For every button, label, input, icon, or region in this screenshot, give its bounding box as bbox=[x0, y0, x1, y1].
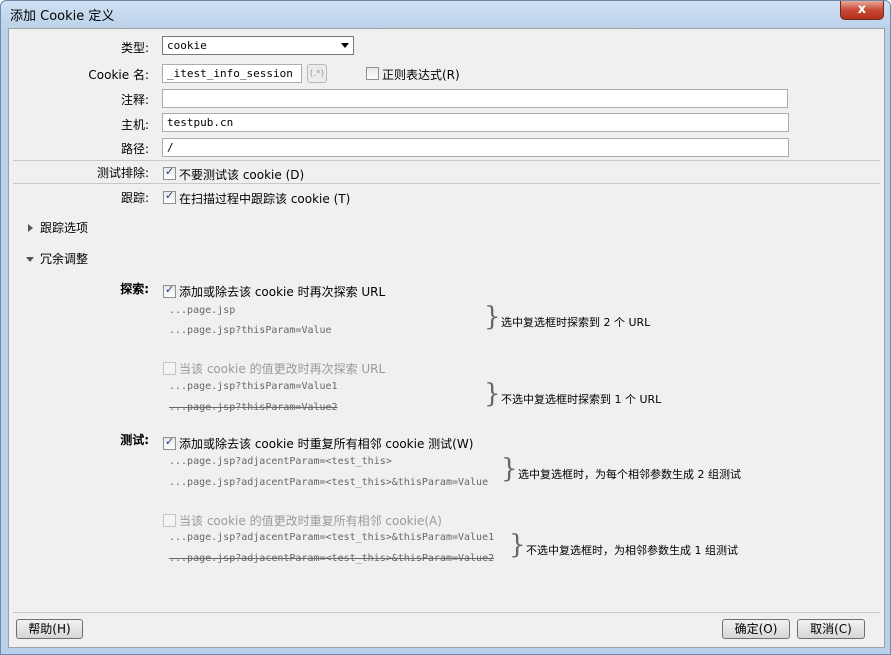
example-url: ...page.jsp?adjacentParam=<test_this> bbox=[169, 456, 392, 467]
cookie-name-label: Cookie 名: bbox=[88, 68, 149, 82]
test-label: 测试: bbox=[120, 433, 149, 447]
example-url: ...page.jsp?thisParam=Value bbox=[169, 325, 332, 336]
explore-checkbox-1[interactable] bbox=[163, 283, 176, 298]
test-note-2: 不选中复选框时，为相邻参数生成 1 组测试 bbox=[526, 544, 738, 557]
help-button[interactable]: 帮助(H) bbox=[16, 619, 83, 639]
example-url: ...page.jsp bbox=[169, 305, 236, 316]
section-redundancy[interactable]: 冗余调整 bbox=[40, 250, 88, 267]
type-select-value: cookie bbox=[167, 39, 207, 52]
divider bbox=[13, 183, 880, 184]
chevron-down-icon bbox=[341, 43, 349, 48]
close-button[interactable]: x bbox=[840, 1, 884, 20]
test-checkbox-1-label: 添加或除去该 cookie 时重复所有相邻 cookie 测试(W) bbox=[179, 437, 474, 451]
regex-button[interactable]: (.*) bbox=[307, 64, 327, 83]
host-input[interactable]: testpub.cn bbox=[162, 113, 789, 132]
collapse-down-icon[interactable] bbox=[26, 257, 34, 262]
track-checkbox-label: 在扫描过程中跟踪该 cookie (T) bbox=[179, 192, 351, 206]
dialog-window: 添加 Cookie 定义 x 类型: cookie Cookie 名: _ite… bbox=[0, 0, 891, 655]
track-checkbox[interactable] bbox=[163, 189, 176, 204]
regex-checkbox-label: 正则表达式(R) bbox=[382, 68, 460, 82]
window-title: 添加 Cookie 定义 bbox=[10, 9, 115, 24]
comment-input[interactable] bbox=[162, 89, 788, 108]
example-url-struck: ...page.jsp?adjacentParam=<test_this>&th… bbox=[169, 553, 495, 564]
title-bar: 添加 Cookie 定义 x bbox=[1, 1, 890, 27]
ok-button[interactable]: 确定(O) bbox=[722, 619, 790, 639]
expand-right-icon[interactable] bbox=[28, 224, 33, 232]
example-url: ...page.jsp?adjacentParam=<test_this>&th… bbox=[169, 477, 489, 488]
cookie-name-input[interactable]: _itest_info_session bbox=[162, 64, 302, 83]
explore-note-1: 选中复选框时探索到 2 个 URL bbox=[501, 316, 651, 329]
brace-icon: } bbox=[484, 379, 501, 409]
explore-label: 探索: bbox=[120, 282, 149, 296]
explore-checkbox-2[interactable] bbox=[163, 362, 176, 375]
test-checkbox-2[interactable] bbox=[163, 514, 176, 527]
host-label: 主机: bbox=[120, 118, 149, 132]
divider bbox=[13, 160, 880, 161]
track-label: 跟踪: bbox=[120, 191, 149, 205]
comment-label: 注释: bbox=[120, 93, 149, 107]
explore-checkbox-1-label: 添加或除去该 cookie 时再次探索 URL bbox=[179, 285, 386, 299]
section-tracking-options[interactable]: 跟踪选项 bbox=[40, 219, 88, 236]
test-checkbox-1[interactable] bbox=[163, 435, 176, 450]
type-label: 类型: bbox=[120, 41, 149, 55]
example-url-struck: ...page.jsp?thisParam=Value2 bbox=[169, 402, 338, 413]
path-input[interactable]: / bbox=[162, 138, 789, 157]
test-note-1: 选中复选框时，为每个相邻参数生成 2 组测试 bbox=[518, 468, 741, 481]
brace-icon: } bbox=[501, 454, 518, 484]
dialog-body: 类型: cookie Cookie 名: _itest_info_session… bbox=[8, 28, 885, 648]
path-label: 路径: bbox=[120, 142, 149, 156]
test-checkbox-2-label: 当该 cookie 的值更改时重复所有相邻 cookie(A) bbox=[179, 514, 442, 528]
regex-checkbox[interactable] bbox=[366, 67, 379, 80]
type-select[interactable]: cookie bbox=[162, 36, 354, 55]
exclude-checkbox[interactable] bbox=[163, 165, 176, 180]
example-url: ...page.jsp?thisParam=Value1 bbox=[169, 381, 338, 392]
explore-note-2: 不选中复选框时探索到 1 个 URL bbox=[501, 393, 662, 406]
cancel-button[interactable]: 取消(C) bbox=[797, 619, 865, 639]
exclude-label: 测试排除: bbox=[96, 166, 149, 180]
example-url: ...page.jsp?adjacentParam=<test_this>&th… bbox=[169, 532, 495, 543]
brace-icon: } bbox=[484, 302, 501, 332]
explore-checkbox-2-label: 当该 cookie 的值更改时再次探索 URL bbox=[179, 362, 386, 376]
exclude-checkbox-label: 不要测试该 cookie (D) bbox=[179, 168, 305, 182]
brace-icon: } bbox=[509, 530, 526, 560]
divider bbox=[13, 612, 880, 613]
